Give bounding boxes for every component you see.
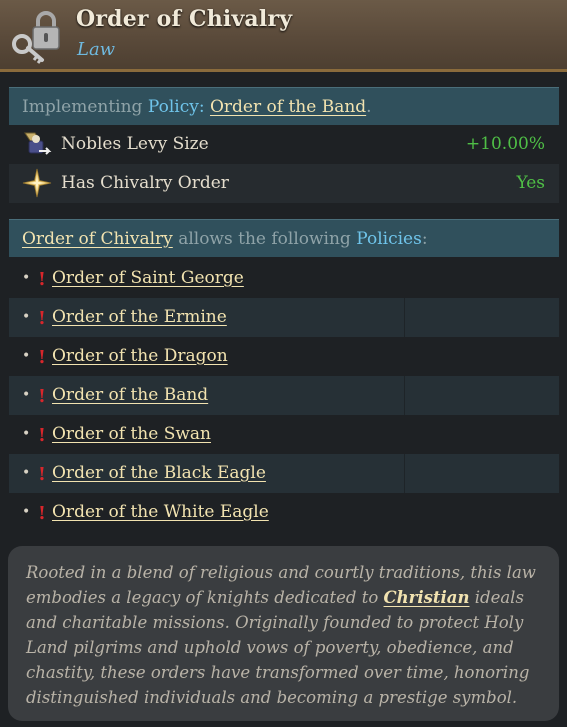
- law-link[interactable]: Order of Chivalry: [22, 229, 173, 249]
- policy-list-item: • ! Order of the White Eagle: [9, 493, 559, 532]
- warning-icon: !: [38, 347, 46, 368]
- warning-icon: !: [38, 386, 46, 407]
- modifier-label: Nobles Levy Size: [61, 134, 209, 154]
- bullet: •: [22, 426, 31, 442]
- law-title: Order of Chivalry: [76, 6, 293, 32]
- policy-link[interactable]: Order of Saint George: [52, 259, 244, 298]
- key-lock-icon: [12, 11, 60, 64]
- warning-icon: !: [38, 269, 46, 290]
- row-divider: [404, 376, 405, 415]
- policy-link[interactable]: Order of the Swan: [52, 415, 211, 454]
- bullet: •: [22, 387, 31, 403]
- tooltip-header: Order of Chivalry Law: [0, 0, 567, 72]
- period: .: [366, 97, 372, 117]
- colon: :: [198, 97, 205, 117]
- warning-icon: !: [38, 503, 46, 524]
- modifier-row: Has Chivalry Order Yes: [9, 164, 559, 203]
- policy-list-item: • ! Order of the Black Eagle: [9, 454, 559, 493]
- implementing-policy-link[interactable]: Order of the Band: [210, 97, 366, 117]
- policy-link[interactable]: Order of the Dragon: [52, 337, 228, 376]
- compass-star-icon: [22, 168, 52, 198]
- colon: :: [421, 229, 428, 249]
- allowed-policies-bar: Order of Chivalry allows the following P…: [9, 219, 559, 257]
- warning-icon: !: [38, 308, 46, 329]
- bullet: •: [22, 504, 31, 520]
- policies-term[interactable]: Policies: [356, 229, 422, 249]
- implementing-policy-bar: Implementing Policy: Order of the Band.: [9, 87, 559, 125]
- religion-link[interactable]: Christian: [384, 588, 470, 607]
- policy-link[interactable]: Order of the Black Eagle: [52, 454, 266, 493]
- policy-link[interactable]: Order of the White Eagle: [52, 493, 269, 532]
- warning-icon: !: [38, 464, 46, 485]
- policy-link[interactable]: Order of the Band: [52, 376, 208, 415]
- nobles-levy-icon: [24, 132, 52, 155]
- policy-list-item: • ! Order of the Swan: [9, 415, 559, 454]
- row-divider: [404, 454, 405, 493]
- policy-term[interactable]: Policy: [148, 97, 199, 117]
- law-description: Rooted in a blend of religious and court…: [8, 546, 559, 721]
- modifier-row: Nobles Levy Size +10.00%: [9, 125, 559, 164]
- warning-icon: !: [38, 425, 46, 446]
- bullet: •: [22, 270, 31, 286]
- modifier-value: Yes: [516, 173, 545, 193]
- modifier-value: +10.00%: [465, 134, 545, 154]
- implementing-label: Implementing: [22, 97, 143, 117]
- policy-list-item: • ! Order of Saint George: [9, 259, 559, 298]
- policy-list-item: • ! Order of the Dragon: [9, 337, 559, 376]
- policy-list-item: • ! Order of the Band: [9, 376, 559, 415]
- bullet: •: [22, 348, 31, 364]
- policy-link[interactable]: Order of the Ermine: [52, 298, 227, 337]
- allows-text: allows the following: [178, 229, 351, 249]
- modifier-label: Has Chivalry Order: [61, 173, 229, 193]
- policy-list-item: • ! Order of the Ermine: [9, 298, 559, 337]
- bullet: •: [22, 465, 31, 481]
- bullet: •: [22, 309, 31, 325]
- row-divider: [404, 298, 405, 337]
- law-type-label: Law: [77, 39, 116, 60]
